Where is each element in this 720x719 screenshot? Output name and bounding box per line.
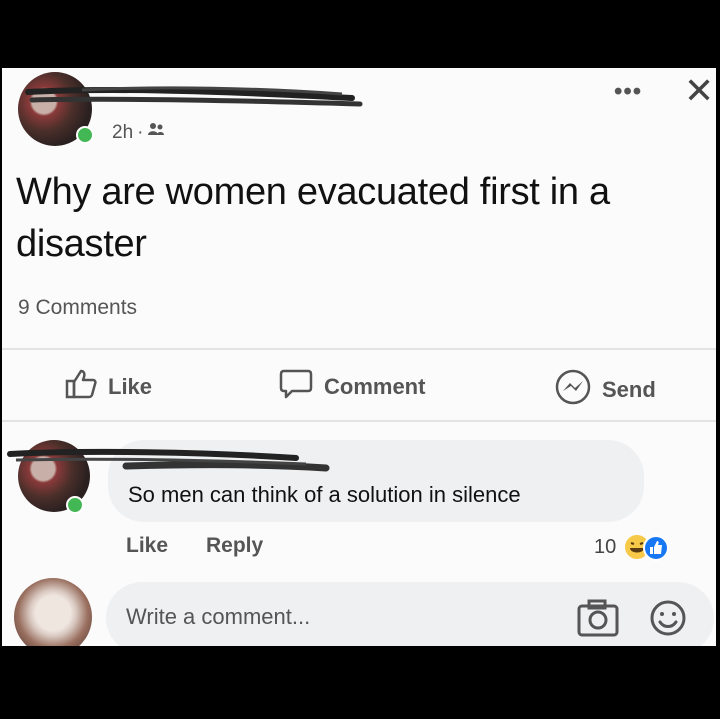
post-card: 2h · ••• ✕ Why are women evacuated first… <box>2 68 716 646</box>
reaction-summary[interactable]: 10 <box>594 536 616 559</box>
comments-count[interactable]: 9 Comments <box>18 296 137 320</box>
like-button[interactable]: Like <box>64 368 152 406</box>
messenger-icon <box>554 368 592 412</box>
comment-label: Comment <box>324 374 426 399</box>
redacted-name-scribble <box>25 86 363 107</box>
like-label: Like <box>108 374 153 399</box>
send-label: Send <box>602 377 656 402</box>
online-status-dot <box>76 126 94 144</box>
comment-input-placeholder[interactable]: Write a comment... <box>126 604 310 630</box>
comment-button[interactable]: Comment <box>278 368 425 406</box>
emoji-icon[interactable] <box>648 598 688 638</box>
redacted-commenter-scribble <box>7 448 330 472</box>
reactions-count: 10 <box>594 536 617 558</box>
more-options-icon[interactable]: ••• <box>614 78 642 106</box>
online-status-dot <box>66 496 84 514</box>
send-button[interactable]: Send <box>554 368 656 412</box>
comment-reply-button[interactable]: Reply <box>206 534 263 558</box>
thumbs-up-icon <box>64 368 98 406</box>
current-user-avatar[interactable] <box>14 578 92 646</box>
comment-icon <box>278 368 314 406</box>
meta-separator: · <box>137 122 144 143</box>
comment-composer[interactable]: Write a comment... <box>106 582 714 646</box>
comment-text: So men can think of a solution in silenc… <box>128 482 521 507</box>
divider <box>2 420 716 422</box>
camera-icon[interactable] <box>576 598 620 638</box>
like-reaction-icon <box>643 535 669 561</box>
friends-icon[interactable] <box>147 122 165 144</box>
comment-like-button[interactable]: Like <box>126 534 168 558</box>
close-icon[interactable]: ✕ <box>684 70 714 112</box>
post-meta: 2h · <box>112 122 165 144</box>
post-text: Why are women evacuated first in a disas… <box>16 171 610 265</box>
post-time[interactable]: 2h <box>112 122 133 144</box>
divider <box>2 348 716 350</box>
